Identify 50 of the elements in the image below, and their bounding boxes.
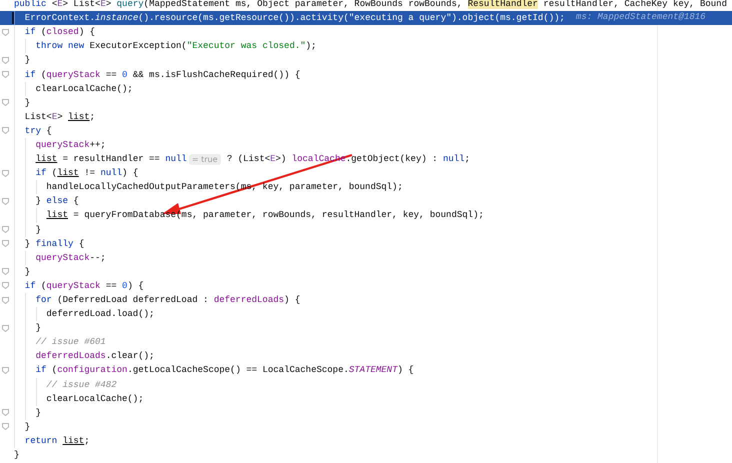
inlay-hint: = true <box>188 154 221 165</box>
fold-icon[interactable] <box>2 409 9 416</box>
code-text: } <box>24 54 30 68</box>
code-text: deferredLoads.clear(); <box>36 350 154 364</box>
fold-icon[interactable] <box>2 423 9 430</box>
fold-icon[interactable] <box>2 170 9 177</box>
code-text: for (DeferredLoad deferredLoad : deferredLoads) { <box>36 294 300 308</box>
code-text: if (configuration.getLocalCacheScope() == LocalCacheScope.STATEMENT) { <box>36 364 414 378</box>
fold-icon[interactable] <box>2 324 9 332</box>
fold-icon[interactable] <box>2 226 9 234</box>
fold-icon[interactable] <box>2 198 9 205</box>
code-text: } <box>14 449 20 462</box>
code-text: list = queryFromDatabase(ms, parameter, rowBounds, resultHandler, key, boundSql); <box>46 209 484 222</box>
code-text: } finally { <box>24 238 84 251</box>
fold-icon[interactable] <box>2 240 9 248</box>
fold-icon[interactable] <box>2 28 9 36</box>
code-text: if (queryStack == 0 && ms.isFlushCacheRequired()) { <box>24 68 300 82</box>
code-text: deferredLoad.load(); <box>46 308 154 322</box>
code-text: clearLocalCache(); <box>36 82 133 96</box>
code-text: } <box>36 406 41 420</box>
code-text: } <box>36 224 41 237</box>
debug-value: ms: MappedStatement@1816 <box>576 11 706 24</box>
fold-icon[interactable] <box>2 282 9 290</box>
code-text: queryStack--; <box>36 252 106 265</box>
fold-icon[interactable] <box>2 71 9 78</box>
code-text: if (list != null) { <box>36 167 138 180</box>
code-text: // issue #482 <box>46 378 117 392</box>
fold-icon[interactable] <box>2 366 9 374</box>
code-text: clearLocalCache(); <box>46 392 144 406</box>
fold-icon[interactable] <box>2 296 9 304</box>
code-text: if (closed) { <box>24 26 96 40</box>
fold-icon[interactable] <box>2 268 9 276</box>
code-text: if (queryStack == 0) { <box>24 280 144 293</box>
code-text: ErrorContext.instance().resource(ms.getResource()).activity("executing a query").object(ms.getId()); <box>24 12 565 26</box>
code-text: return list; <box>24 434 90 448</box>
fold-icon[interactable] <box>2 56 9 64</box>
code-text: } <box>36 322 41 336</box>
code-text: // issue #601 <box>36 336 106 350</box>
code-text: } <box>24 266 30 279</box>
code-text: List<E> list; <box>24 110 96 124</box>
fold-icon[interactable] <box>2 127 9 134</box>
code-text: throw new ExecutorException("Executor was closed."); <box>36 40 316 54</box>
text-cursor <box>12 12 14 24</box>
code-text: queryStack++; <box>36 138 106 152</box>
code-text: } <box>24 420 30 434</box>
code-text: } else { <box>36 195 79 208</box>
code-text: try { <box>24 124 52 138</box>
code-text: list = resultHandler == null <box>36 153 187 166</box>
code-text: } <box>24 96 30 110</box>
fold-icon[interactable] <box>2 99 9 106</box>
